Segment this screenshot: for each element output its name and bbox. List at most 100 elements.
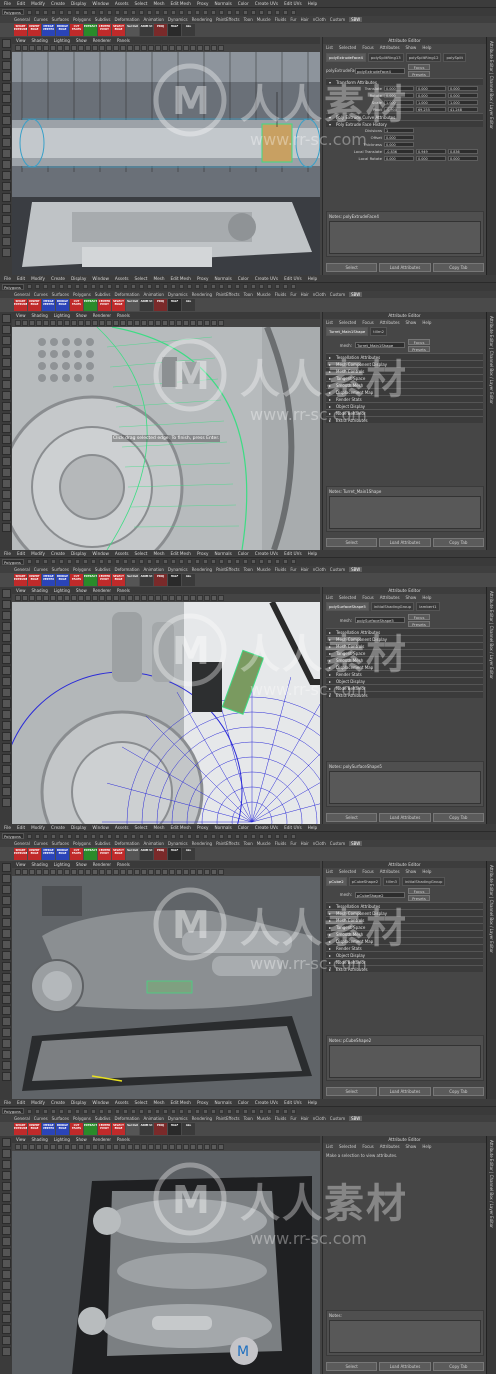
status-tool-icon[interactable] <box>203 1108 208 1114</box>
menu-item-color[interactable]: Color <box>238 825 249 830</box>
ae-section-node-behavior[interactable]: Node Behavior <box>326 408 483 417</box>
shelf-button-merge-vertex[interactable]: MERGE VERTEX <box>42 573 55 586</box>
menu-item-modify[interactable]: Modify <box>31 1100 45 1105</box>
shelf-tab-toon[interactable]: Toon <box>244 292 253 297</box>
shelf-tab-hair[interactable]: Hair <box>301 292 309 297</box>
ae-section-extra-attributes[interactable]: Extra Attributes <box>326 415 483 424</box>
viewport-3d[interactable]: Click drag selected edge. To finish, pre… <box>12 326 320 550</box>
viewport-toolbar-icon[interactable] <box>64 594 70 601</box>
viewport-menu-panels[interactable]: Panels <box>117 588 130 593</box>
attr-value-field[interactable]: 1 <box>384 128 414 133</box>
viewport-menu-renderer[interactable]: Renderer <box>93 313 111 318</box>
status-tool-icon[interactable] <box>155 833 160 839</box>
tool-icon[interactable] <box>1 621 11 631</box>
tool-icon[interactable] <box>1 401 11 411</box>
menu-item-display[interactable]: Display <box>71 825 86 830</box>
menu-item-modify[interactable]: Modify <box>31 276 45 281</box>
ae-node-tab[interactable]: polySplit <box>443 52 466 62</box>
menu-item-assets[interactable]: Assets <box>115 825 129 830</box>
viewport-toolbar-icon[interactable] <box>211 869 217 876</box>
menu-item-edit[interactable]: Edit <box>17 551 25 556</box>
ae-node-tab[interactable]: tillm2 <box>370 327 387 337</box>
shelf-tab-custom[interactable]: Custom <box>330 292 345 297</box>
status-tool-icon[interactable] <box>179 833 184 839</box>
menu-item-normals[interactable]: Normals <box>214 551 231 556</box>
tool-icon[interactable] <box>1 456 11 466</box>
viewport-toolbar-icon[interactable] <box>120 1144 126 1151</box>
copy-tab-button[interactable]: Copy Tab <box>432 1087 484 1097</box>
status-tool-icon[interactable] <box>99 1108 104 1114</box>
ae-menu-selected[interactable]: Selected <box>339 45 356 50</box>
viewport-menu-panels[interactable]: Panels <box>117 38 130 43</box>
tool-icon[interactable] <box>1 1347 11 1357</box>
status-tool-icon[interactable] <box>51 1108 56 1114</box>
viewport-toolbar-icon[interactable] <box>43 594 49 601</box>
shelf-tab-toon[interactable]: Toon <box>244 17 253 22</box>
viewport-toolbar-icon[interactable] <box>29 1144 35 1151</box>
ae-menu-focus[interactable]: Focus <box>362 320 373 325</box>
status-tool-icon[interactable] <box>291 559 296 565</box>
ae-node-tab[interactable]: polySplitRing13 <box>367 52 404 62</box>
status-tool-icon[interactable] <box>227 9 232 15</box>
ae-menu-help[interactable]: Help <box>422 320 431 325</box>
status-tool-icon[interactable] <box>275 9 280 15</box>
status-tool-icon[interactable] <box>67 9 72 15</box>
attr-value-field[interactable]: -0.836 <box>384 149 414 154</box>
shelf-button-select-edge[interactable]: SELECT EDGE <box>112 298 125 311</box>
status-tool-icon[interactable] <box>203 559 208 565</box>
shelf-tab-deformation[interactable]: Deformation <box>115 17 140 22</box>
ae-section-tangent-space[interactable]: Tangent Space <box>326 373 483 382</box>
viewport-toolbar-icon[interactable] <box>176 45 182 51</box>
status-tool-icon[interactable] <box>123 559 128 565</box>
viewport-toolbar-icon[interactable] <box>78 45 84 51</box>
ae-section-tessellation-attributes[interactable]: Tessellation Attributes <box>326 902 483 910</box>
status-tool-icon[interactable] <box>267 284 272 290</box>
menu-item-create-uvs[interactable]: Create UVs <box>255 276 278 281</box>
tool-icon[interactable] <box>1 94 11 103</box>
ae-node-tab[interactable]: initialShadingGroup <box>370 602 415 612</box>
viewport-menu-show[interactable]: Show <box>76 38 87 43</box>
status-tool-icon[interactable] <box>227 284 232 290</box>
shelf-button-bridge-edge[interactable]: BRIDGE EDGE <box>56 1123 69 1136</box>
shelf-tab-custom[interactable]: Custom <box>330 1116 345 1121</box>
viewport-toolbar-icon[interactable] <box>211 45 217 51</box>
viewport-toolbar-icon[interactable] <box>71 319 77 326</box>
viewport-toolbar-icon[interactable] <box>176 594 182 601</box>
status-tool-icon[interactable] <box>35 833 40 839</box>
shelf-tab-toon[interactable]: Toon <box>244 841 253 846</box>
copy-tab-button[interactable]: Copy Tab <box>432 537 484 547</box>
viewport-toolbar-icon[interactable] <box>22 319 28 326</box>
viewport-menu-show[interactable]: Show <box>76 313 87 318</box>
tool-icon[interactable] <box>1 1193 11 1203</box>
ae-notes-textarea[interactable] <box>329 1320 481 1354</box>
ae-node-tab[interactable]: initialShadingGroup <box>401 876 446 886</box>
shelf-button-extract[interactable]: EXTRACT <box>84 24 97 36</box>
ae-notes-textarea[interactable] <box>329 221 481 254</box>
ae-menu-help[interactable]: Help <box>422 45 431 50</box>
menu-item-create[interactable]: Create <box>51 551 65 556</box>
status-tool-icon[interactable] <box>163 284 168 290</box>
viewport-menu-shading[interactable]: Shading <box>32 588 48 593</box>
ae-menu-help[interactable]: Help <box>422 1144 431 1149</box>
select-button[interactable]: Select <box>326 263 378 272</box>
menu-item-display[interactable]: Display <box>71 551 86 556</box>
viewport-menu-renderer[interactable]: Renderer <box>93 1137 111 1142</box>
viewport-toolbar-icon[interactable] <box>204 319 210 326</box>
tool-icon[interactable] <box>1 1248 11 1258</box>
status-tool-icon[interactable] <box>283 559 288 565</box>
shelf-button-select-edge[interactable]: SELECT EDGE <box>112 24 125 36</box>
status-tool-icon[interactable] <box>243 9 248 15</box>
viewport-toolbar-icon[interactable] <box>141 594 147 601</box>
viewport-toolbar-icon[interactable] <box>92 319 98 326</box>
tool-icon[interactable] <box>1 1050 11 1060</box>
tool-icon[interactable] <box>1 676 11 686</box>
ae-section-smooth-mesh[interactable]: Smooth Mesh <box>326 655 483 664</box>
tool-icon[interactable] <box>1 610 11 620</box>
viewport-toolbar-icon[interactable] <box>176 1144 182 1151</box>
shelf-button-anim-ui[interactable]: ANIM UI <box>140 298 153 311</box>
tool-icon[interactable] <box>1 1292 11 1302</box>
viewport-toolbar-icon[interactable] <box>50 869 56 876</box>
ae-menu-attributes[interactable]: Attributes <box>380 595 400 600</box>
attr-value-field[interactable]: 0.000 <box>448 86 478 91</box>
viewport-toolbar-icon[interactable] <box>169 1144 175 1151</box>
